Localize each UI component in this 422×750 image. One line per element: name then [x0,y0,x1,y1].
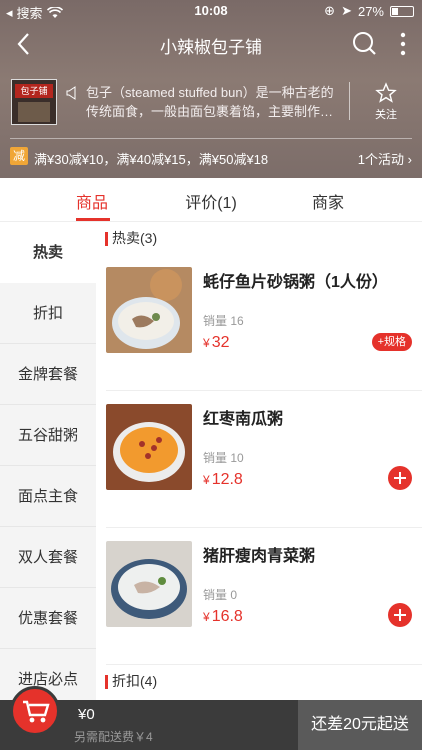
currency: ¥ [203,610,210,624]
battery-icon [390,5,414,17]
status-bar: ◂ 搜索 10:08 ⊕ ➤ 27% [0,0,422,22]
product-list: 热卖(3) 蚝仔鱼片砂锅粥（1人份） 销量 16 ¥32 +规格 红枣南瓜粥 销… [96,222,422,700]
price-value: 16.8 [211,608,243,625]
section-title: 热卖(3) [112,230,158,246]
divider [349,82,350,120]
choose-spec-button[interactable]: +规格 [371,333,412,351]
chevron-right-icon: › [407,152,412,167]
category-staple[interactable]: 面点主食 [0,466,96,527]
category-sidebar: 热卖 折扣 金牌套餐 五谷甜粥 面点主食 双人套餐 优惠套餐 进店必点 [0,222,96,710]
sales-count: 销量 0 [203,588,238,602]
shop-description[interactable]: 包子（steamed stuffed bun）是一种古老的 传统面食，一般由面包… [86,83,341,121]
shop-door [18,102,50,122]
active-tab-indicator [76,218,110,221]
product-name: 猪肝瘦肉青菜粥 [203,548,316,565]
product-name: 蚝仔鱼片砂锅粥（1人份） [203,274,388,291]
price-value: 12.8 [211,471,243,488]
navbar: 小辣椒包子铺 [0,22,422,66]
category-hot[interactable]: 热卖 [0,222,96,283]
sales-count: 销量 10 [203,451,244,465]
divider [10,138,412,139]
shop-photo[interactable]: 包子铺 [11,79,57,125]
shop-header: ◂ 搜索 10:08 ⊕ ➤ 27% 小辣椒包子铺 包子铺 包子（steamed… [0,0,422,178]
shop-sign: 包子铺 [15,84,53,98]
cart-total: ¥0 [78,706,95,723]
lock-rotation-icon: ⊕ [324,3,336,18]
follow-button[interactable]: 关注 [364,82,408,122]
list-item[interactable]: 蚝仔鱼片砂锅粥（1人份） 销量 16 ¥32 +规格 [106,254,422,391]
checkout-button[interactable]: 还差20元起送 [298,700,422,750]
list-item[interactable]: 猪肝瘦肉青菜粥 销量 0 ¥16.8 [106,528,422,665]
currency: ¥ [203,336,210,350]
description-line: 包子（steamed stuffed bun）是一种古老的 [86,85,334,100]
tab-products[interactable]: 商品 [52,189,132,213]
section-header: 折扣(4) [96,665,422,697]
follow-label: 关注 [375,109,397,121]
currency: ¥ [203,473,210,487]
category-grain-porridge[interactable]: 五谷甜粥 [0,405,96,466]
add-to-cart-button[interactable] [388,466,412,490]
product-price: ¥12.8 [203,471,243,489]
category-gold-set[interactable]: 金牌套餐 [0,344,96,405]
category-discount[interactable]: 折扣 [0,283,96,344]
promotion-count: 1个活动 › [358,149,412,168]
sales-count: 销量 16 [203,314,244,328]
star-icon [375,82,397,103]
shop-info: 包子铺 包子（steamed stuffed bun）是一种古老的 传统面食，一… [0,78,422,130]
cart-button[interactable] [10,686,60,736]
price-value: 32 [211,334,230,351]
product-image[interactable] [106,541,192,627]
search-icon[interactable] [352,31,378,57]
category-double-set[interactable]: 双人套餐 [0,527,96,588]
battery-percent: 27% [357,3,384,19]
shopping-cart-icon [23,700,50,723]
promotion-text: 满¥30减¥10，满¥40减¥15，满¥50减¥18 [34,152,269,167]
tab-merchant[interactable]: 商家 [288,189,368,213]
category-deal-set[interactable]: 优惠套餐 [0,588,96,649]
list-item[interactable]: 红枣南瓜粥 销量 10 ¥12.8 [106,391,422,528]
discount-badge: 减 [10,147,28,165]
product-image[interactable] [106,404,192,490]
tab-bar: 商品 评价(1) 商家 [0,178,422,222]
section-title: 折扣(4) [112,673,158,689]
delivery-fee: 另需配送费￥4 [74,730,153,744]
tab-reviews[interactable]: 评价(1) [171,189,251,213]
product-image[interactable] [106,267,192,353]
speaker-icon [66,86,76,100]
cart-bar: ¥0 另需配送费￥4 还差20元起送 [0,686,422,750]
add-to-cart-button[interactable] [388,603,412,627]
description-line: 传统面食，一般由面包裹着馅，主要制作材… [86,104,341,119]
location-icon: ➤ [341,3,352,18]
section-header: 热卖(3) [96,222,422,254]
more-icon[interactable] [398,31,408,57]
product-price: ¥32 [203,334,229,352]
promotion-bar[interactable]: 减 满¥30减¥10，满¥40减¥15，满¥50减¥18 1个活动 › [10,146,412,168]
promotion-count-label: 1个活动 [357,152,405,167]
product-name: 红枣南瓜粥 [203,411,284,428]
product-price: ¥16.8 [203,608,243,626]
